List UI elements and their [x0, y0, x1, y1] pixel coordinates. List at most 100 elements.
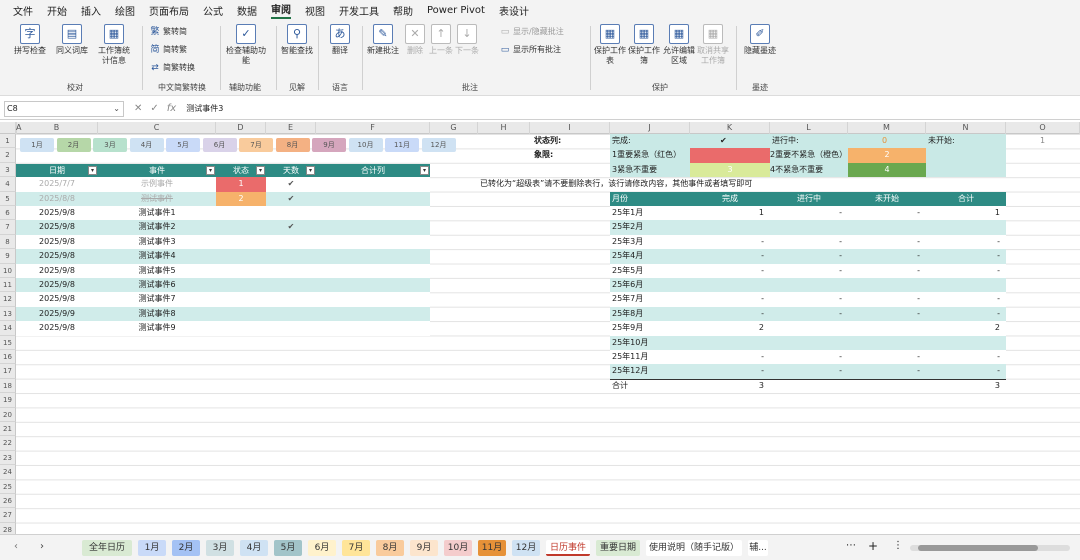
row-header[interactable]: 17	[0, 364, 16, 379]
column-header[interactable]: H	[478, 122, 530, 134]
cancel-icon[interactable]: ✕	[134, 103, 142, 114]
row-header[interactable]: 9	[0, 249, 16, 264]
row-header[interactable]: 1	[0, 134, 16, 149]
row-header[interactable]: 11	[0, 278, 16, 293]
row-header[interactable]: 27	[0, 508, 16, 523]
column-header[interactable]: N	[926, 122, 1006, 134]
sheet-tab[interactable]: 5月	[274, 540, 302, 556]
row-header[interactable]: 18	[0, 378, 16, 394]
accessibility-button[interactable]: ✓ 检查辅助功能	[224, 24, 268, 66]
row-header[interactable]: 24	[0, 465, 16, 480]
horizontal-scrollbar[interactable]	[910, 545, 1070, 551]
row-header[interactable]: 12	[0, 292, 16, 307]
menu-item[interactable]: 数据	[237, 3, 257, 18]
show-all-comments-button[interactable]: ▭ 显示所有批注	[500, 44, 561, 55]
row-header[interactable]: 4	[0, 177, 16, 192]
month-button[interactable]: 8月	[275, 138, 310, 152]
column-header[interactable]: I	[530, 122, 610, 134]
event-cell[interactable]: 测试事件4	[98, 249, 216, 263]
event-cell[interactable]: 测试事件9	[98, 321, 216, 335]
column-header[interactable]: F	[316, 122, 430, 134]
event-cell[interactable]: 测试事件5	[98, 264, 216, 278]
month-button[interactable]: 3月	[93, 138, 127, 152]
event-cell[interactable]: 测试事件3	[98, 235, 216, 249]
sheet-tab[interactable]: 使用说明（随手记版）	[646, 540, 742, 556]
check-icon[interactable]: ✓	[150, 103, 158, 114]
column-header[interactable]: J	[610, 122, 690, 134]
row-header[interactable]: 19	[0, 393, 16, 408]
date-cell[interactable]: 2025/9/8	[16, 292, 98, 306]
sheet-tab[interactable]: 9月	[410, 540, 438, 556]
table-header-cell[interactable]: 状态 ▾	[216, 163, 266, 177]
row-header[interactable]: 13	[0, 306, 16, 322]
prev-comment-button[interactable]: ↑ 上一条	[428, 24, 454, 56]
date-cell[interactable]: 2025/9/8	[16, 264, 98, 278]
translate-button[interactable]: あ翻译	[322, 24, 358, 56]
smart-lookup-button[interactable]: ⚲ 智能查找	[280, 24, 314, 56]
row-header[interactable]: 25	[0, 479, 16, 494]
month-button[interactable]: 9月	[312, 138, 346, 152]
event-cell[interactable]: 测试事件	[98, 192, 216, 206]
row-header[interactable]: 5	[0, 191, 16, 206]
column-header[interactable]: M	[848, 122, 926, 134]
more-sheets-icon[interactable]: ⋯	[846, 540, 856, 551]
column-header[interactable]: E	[266, 122, 316, 134]
next-comment-button[interactable]: ↓ 下一条	[454, 24, 480, 56]
month-button[interactable]: 2月	[56, 138, 91, 152]
sheet-tab[interactable]: 4月	[240, 540, 268, 556]
event-cell[interactable]: 测试事件8	[98, 307, 216, 321]
filter-dropdown-icon[interactable]: ▾	[206, 165, 215, 175]
sheet-tab[interactable]: 辅...	[748, 540, 768, 556]
delete-comment-button[interactable]: ✕ 删除	[400, 24, 430, 56]
name-box[interactable]: C8 ⌄	[4, 100, 124, 117]
protect-workbook-button[interactable]: ▦ 保护工作簿	[628, 24, 660, 66]
date-cell[interactable]: 2025/9/9	[16, 307, 98, 321]
row-header[interactable]: 16	[0, 350, 16, 365]
prev-sheet-icon[interactable]: ‹	[14, 541, 18, 552]
table-header-cell[interactable]: 日期 ▾	[16, 163, 98, 177]
row-header[interactable]: 15	[0, 335, 16, 350]
month-button[interactable]: 7月	[239, 138, 273, 152]
row-header[interactable]: 20	[0, 407, 16, 422]
event-cell[interactable]: 测试事件2	[98, 220, 216, 234]
table-header-cell[interactable]: 天数 ▾	[266, 163, 316, 177]
sheet-tab[interactable]: 3月	[206, 540, 234, 556]
to-traditional-button[interactable]: 简简转繁	[150, 44, 187, 55]
menu-item[interactable]: 公式	[203, 3, 223, 18]
formula-input[interactable]: 测试事件3	[186, 103, 223, 114]
thesaurus-button[interactable]: ▤ 同义词库	[54, 24, 90, 56]
row-header[interactable]: 2	[0, 148, 16, 163]
month-button[interactable]: 6月	[202, 138, 237, 152]
column-header[interactable]: L	[770, 122, 848, 134]
quadrant-cell[interactable]: 2	[216, 191, 266, 206]
row-header[interactable]: 22	[0, 436, 16, 451]
month-button[interactable]: 4月	[129, 138, 164, 152]
sheet-tab-active[interactable]: 日历事件	[546, 540, 590, 556]
table-header-cell[interactable]: 合计列 ▾	[316, 163, 430, 177]
options-icon[interactable]: ⋮	[893, 540, 903, 551]
table-header-cell[interactable]: 事件 ▾	[98, 163, 216, 177]
row-header[interactable]: 8	[0, 234, 16, 250]
sheet-tab[interactable]: 重要日期	[596, 540, 640, 556]
column-header[interactable]: D	[216, 122, 266, 134]
menu-item[interactable]: Power Pivot	[427, 5, 485, 16]
row-header[interactable]: 23	[0, 450, 16, 466]
menu-item[interactable]: 视图	[305, 3, 325, 18]
date-cell[interactable]: 2025/7/7	[16, 177, 98, 191]
next-sheet-icon[interactable]: ›	[40, 541, 44, 552]
row-header[interactable]: 21	[0, 422, 16, 437]
show-hide-comment-button[interactable]: ▭ 显示/隐藏批注	[500, 26, 564, 37]
protect-sheet-button[interactable]: ▦ 保护工作表	[594, 24, 626, 66]
date-cell[interactable]: 2025/9/8	[16, 321, 98, 335]
menu-item[interactable]: 开发工具	[339, 3, 379, 18]
menu-item[interactable]: 绘图	[115, 3, 135, 18]
event-cell[interactable]: 示例事件	[98, 177, 216, 191]
row-header[interactable]: 14	[0, 321, 16, 336]
row-header[interactable]: 6	[0, 206, 16, 221]
menu-item[interactable]: 帮助	[393, 3, 413, 18]
column-header[interactable]: G	[430, 122, 478, 134]
sheet-tab[interactable]: 7月	[342, 540, 370, 556]
filter-dropdown-icon[interactable]: ▾	[88, 165, 97, 175]
filter-dropdown-icon[interactable]: ▾	[256, 165, 265, 175]
allow-edit-ranges-button[interactable]: ▦ 允许编辑区域	[662, 24, 696, 66]
